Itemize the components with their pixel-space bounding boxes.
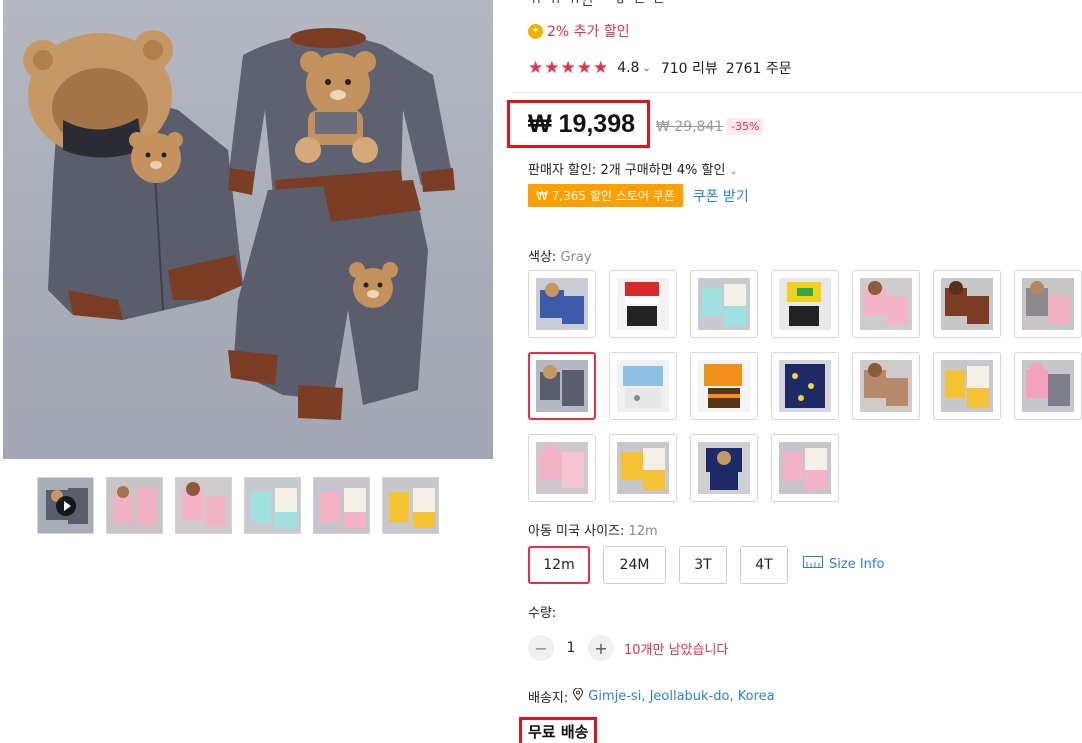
- quantity-label: 수량:: [528, 606, 557, 621]
- play-icon: [56, 496, 76, 516]
- current-price: ₩ 19,398: [528, 110, 636, 138]
- original-price: ₩ 29,841: [656, 119, 724, 135]
- main-product-image[interactable]: [3, 0, 493, 459]
- quantity-value[interactable]: 1: [554, 640, 588, 656]
- color-swatch[interactable]: [528, 434, 596, 502]
- ruler-icon: [803, 556, 823, 572]
- thumbnail-image[interactable]: [382, 477, 439, 534]
- extra-discount-text: 2% 추가 할인: [547, 24, 630, 40]
- quantity-increase-button[interactable]: +: [588, 635, 614, 661]
- color-swatch[interactable]: [933, 270, 1001, 338]
- extra-discount-badge: ✦ 2% 추가 할인: [528, 21, 630, 41]
- shipping-location-link[interactable]: Gimje-si, Jeollabuk-do, Korea: [588, 689, 774, 704]
- rating-row: ★★★★★ 4.8 ⌄ 710 리뷰 2761 주문: [528, 58, 792, 78]
- size-option-24m[interactable]: 24M: [603, 546, 666, 584]
- color-label-text: 색상:: [528, 250, 561, 265]
- color-swatch[interactable]: [690, 270, 758, 338]
- thumbnail-image[interactable]: [106, 477, 163, 534]
- color-swatch[interactable]: [1014, 352, 1082, 420]
- seller-discount-info[interactable]: 판매자 할인: 2개 구매하면 4% 할인 ⌄: [528, 159, 737, 178]
- shipping-destination: 배송지: Gimje-si, Jeollabuk-do, Korea: [528, 687, 775, 706]
- coupon-row: ₩ 7,365 할인 스토어 쿠폰 쿠폰 받기: [528, 184, 749, 207]
- store-coupon-chip: ₩ 7,365 할인 스토어 쿠폰: [528, 184, 683, 207]
- size-option-12m[interactable]: 12m: [528, 546, 590, 584]
- color-swatch[interactable]: [933, 352, 1001, 420]
- quantity-stepper: − 1 + 10개만 남았습니다: [528, 635, 728, 661]
- size-info-text: Size Info: [829, 556, 885, 572]
- divider: [512, 92, 1082, 93]
- color-swatch[interactable]: [609, 270, 677, 338]
- color-swatch[interactable]: [771, 270, 839, 338]
- color-selected-value: Gray: [560, 250, 592, 265]
- size-option-3t[interactable]: 3T: [679, 546, 727, 584]
- stock-remaining-note: 10개만 남았습니다: [624, 642, 729, 658]
- quantity-decrease-button[interactable]: −: [528, 635, 554, 661]
- color-swatch[interactable]: [1014, 270, 1082, 338]
- thumbnail-image[interactable]: [175, 477, 232, 534]
- thumbnail-image[interactable]: [244, 477, 301, 534]
- rating-value[interactable]: 4.8: [617, 60, 639, 76]
- free-shipping-label: 무료 배송: [519, 717, 598, 743]
- seller-discount-text: 판매자 할인: 2개 구매하면 4% 할인: [528, 163, 726, 178]
- review-count[interactable]: 710 리뷰: [661, 58, 718, 78]
- thumbnail-video[interactable]: [37, 477, 94, 534]
- color-swatch[interactable]: [852, 270, 920, 338]
- chevron-down-icon: ⌄: [729, 167, 738, 177]
- color-swatch[interactable]: [609, 434, 677, 502]
- color-label: 색상: Gray: [528, 246, 592, 265]
- size-option-4t[interactable]: 4T: [740, 546, 788, 584]
- discount-percent-badge: -35%: [727, 118, 764, 135]
- get-coupon-link[interactable]: 쿠폰 받기: [693, 186, 749, 206]
- color-swatch[interactable]: [528, 270, 596, 338]
- size-info-link[interactable]: Size Info: [803, 556, 884, 572]
- coin-icon: ✦: [528, 23, 543, 39]
- color-swatch-selected[interactable]: [528, 352, 596, 420]
- star-rating-icons: ★★★★★: [528, 58, 610, 78]
- chevron-down-icon[interactable]: ⌄: [642, 63, 650, 74]
- color-swatch[interactable]: [771, 434, 839, 502]
- location-pin-icon: [572, 687, 584, 705]
- shipping-label: 배송지:: [528, 691, 569, 706]
- order-count: 2761 주문: [725, 61, 792, 77]
- thumbnail-strip: [37, 477, 439, 534]
- size-selected-value: 12m: [628, 524, 658, 539]
- size-label-text: 아동 미국 사이즈:: [528, 524, 629, 539]
- color-swatch[interactable]: [609, 352, 677, 420]
- size-label: 아동 미국 사이즈: 12m: [528, 520, 658, 539]
- thumbnail-image[interactable]: [313, 477, 370, 534]
- color-swatch[interactable]: [690, 352, 758, 420]
- product-title-fragment: ㄲ ㄲ ㄲ인 ㅡㅎ ㄴ ㄴ: [528, 0, 667, 9]
- color-swatch[interactable]: [771, 352, 839, 420]
- color-swatch[interactable]: [690, 434, 758, 502]
- color-swatch[interactable]: [852, 352, 920, 420]
